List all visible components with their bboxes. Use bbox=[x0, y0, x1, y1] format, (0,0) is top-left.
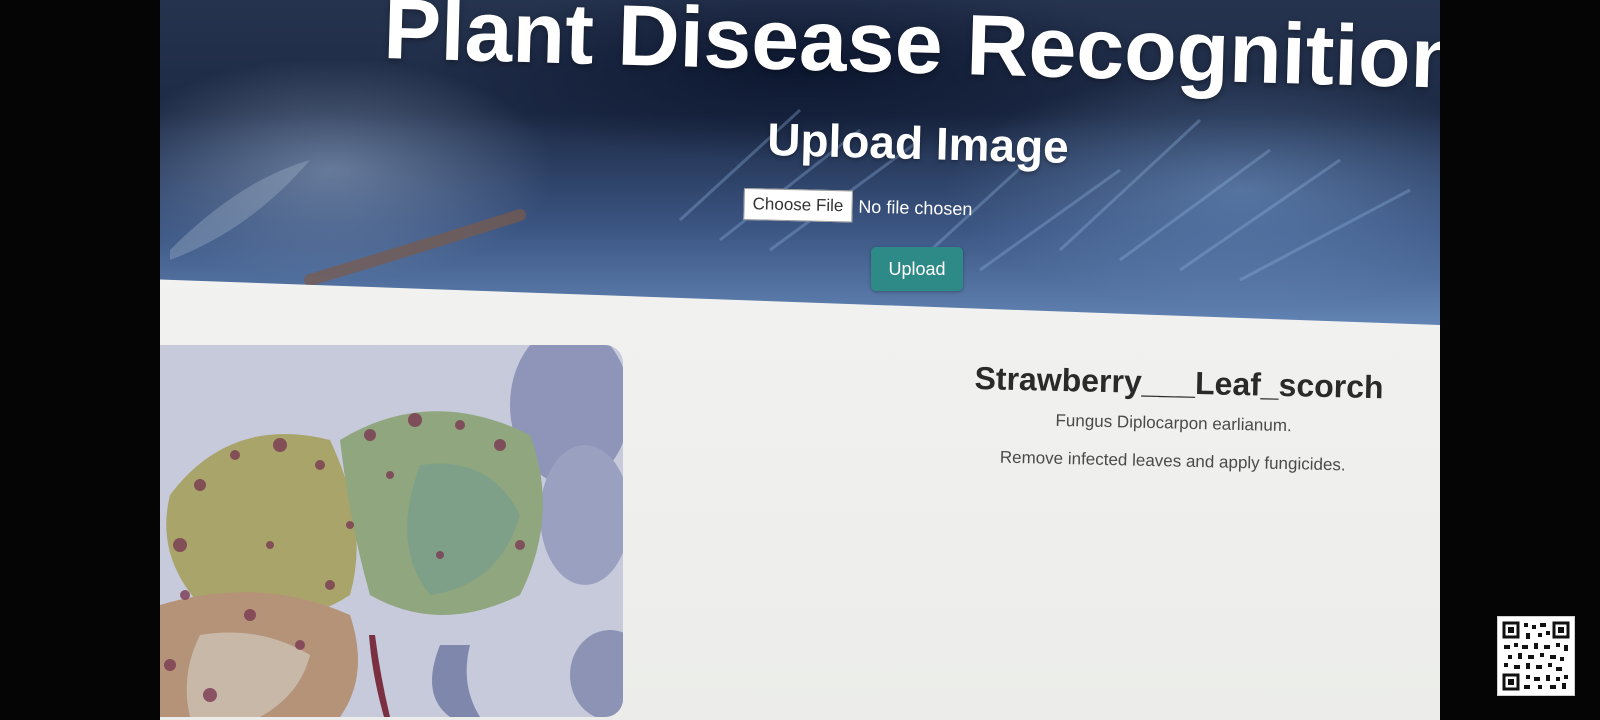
browser-viewport: Strawberry___Leaf_scorch Fungus Diplocar… bbox=[160, 0, 1440, 720]
disease-name: Strawberry___Leaf_scorch bbox=[974, 360, 1385, 406]
prediction-result: Strawberry___Leaf_scorch Fungus Diplocar… bbox=[973, 360, 1385, 476]
choose-file-button[interactable]: Choose File bbox=[743, 188, 853, 223]
right-bezel bbox=[1440, 0, 1600, 720]
disease-remedy: Remove infected leaves and apply fungici… bbox=[999, 447, 1346, 475]
left-bezel bbox=[0, 0, 160, 720]
file-input[interactable]: Choose File No file chosen bbox=[743, 188, 973, 225]
uploaded-leaf-image bbox=[160, 345, 623, 717]
disease-cause: Fungus Diplocarpon earlianum. bbox=[1055, 410, 1292, 436]
upload-button[interactable]: Upload bbox=[871, 247, 963, 291]
hero-banner: Plant Disease Recognition Upload Image C… bbox=[160, 0, 1440, 325]
qr-code-icon bbox=[1497, 616, 1575, 696]
upload-heading: Upload Image bbox=[766, 112, 1070, 173]
file-status-text: No file chosen bbox=[858, 196, 973, 219]
